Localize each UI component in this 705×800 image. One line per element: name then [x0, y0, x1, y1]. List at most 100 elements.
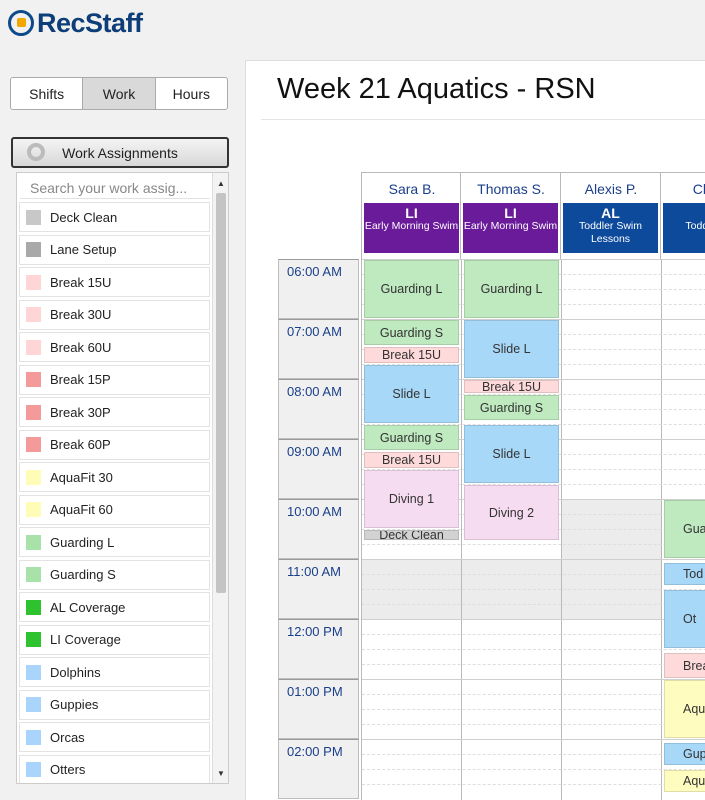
- time-label: 06:00 AM: [287, 264, 342, 279]
- assignment-block[interactable]: Guarding L: [464, 260, 559, 318]
- work-assignment-item[interactable]: Break 60U: [19, 332, 210, 362]
- work-assignments-button[interactable]: Work Assignments: [11, 137, 229, 168]
- scroll-thumb[interactable]: [216, 193, 226, 593]
- assignment-block[interactable]: Brea: [664, 653, 705, 678]
- view-tabs: Shifts Work Hours: [10, 77, 228, 110]
- assignment-block[interactable]: Aqua: [664, 680, 705, 738]
- work-assignment-item[interactable]: Otters: [19, 754, 210, 783]
- assignment-block[interactable]: Tod: [664, 563, 705, 585]
- time-label: 12:00 PM: [287, 624, 343, 639]
- assignment-block[interactable]: Guarding L: [364, 260, 459, 318]
- grid-line: [362, 559, 705, 560]
- color-swatch: [26, 404, 41, 420]
- tab-hours[interactable]: Hours: [156, 78, 227, 109]
- tab-work[interactable]: Work: [83, 78, 156, 109]
- work-assignment-label: Otters: [50, 762, 86, 777]
- work-assignment-item[interactable]: Guppies: [19, 689, 210, 720]
- work-assignment-label: Break 30P: [50, 404, 111, 420]
- role-description: Early Morning Swim: [364, 220, 459, 232]
- work-assignment-label: Orcas: [50, 729, 85, 745]
- work-assignment-item[interactable]: Break 15U: [19, 267, 210, 297]
- assignment-block[interactable]: Diving 2: [464, 485, 559, 540]
- time-label: 10:00 AM: [287, 504, 342, 519]
- work-assignment-item[interactable]: Break 60P: [19, 429, 210, 460]
- assignment-block[interactable]: Gup: [664, 743, 705, 765]
- grid-line: [362, 604, 705, 605]
- assignment-block[interactable]: Guarding S: [464, 395, 559, 420]
- time-label: 09:00 AM: [287, 444, 342, 459]
- staff-column-header[interactable]: Christ SToddl Less: [661, 172, 705, 260]
- role-code: S: [663, 206, 705, 220]
- search-input[interactable]: [20, 177, 210, 199]
- scroll-down-icon[interactable]: ▼: [213, 765, 228, 781]
- assignment-block[interactable]: Ot: [664, 590, 705, 648]
- work-assignment-item[interactable]: Orcas: [19, 722, 210, 752]
- role-badge: SToddl Less: [663, 203, 705, 253]
- work-assignment-item[interactable]: Lane Setup: [19, 234, 210, 265]
- time-slot: 11:00 AM: [278, 559, 359, 619]
- grid-line: [362, 664, 705, 665]
- time-slot: 02:00 PM: [278, 739, 359, 799]
- time-label: 07:00 AM: [287, 324, 342, 339]
- grid-line: [362, 634, 705, 635]
- color-swatch: [26, 372, 41, 387]
- work-assignment-label: Break 60P: [50, 437, 111, 452]
- work-assignment-label: Break 15P: [50, 372, 111, 387]
- staff-column-header[interactable]: Alexis P. AL Toddler Swim Lessons: [561, 172, 661, 260]
- color-swatch: [26, 502, 41, 517]
- role-badge: LI Early Morning Swim: [364, 203, 459, 253]
- brand-name: RecStaff: [37, 7, 143, 38]
- recstaff-logo[interactable]: RecStaff: [8, 6, 143, 40]
- role-code: AL: [601, 205, 620, 221]
- work-assignment-item[interactable]: Dolphins: [19, 657, 210, 687]
- color-swatch: [26, 567, 41, 582]
- work-assignment-item[interactable]: Guarding S: [19, 559, 210, 590]
- work-assignment-item[interactable]: AL Coverage: [19, 592, 210, 622]
- work-assignment-item[interactable]: AquaFit 60: [19, 494, 210, 525]
- color-swatch: [26, 469, 41, 485]
- grid-line: [362, 769, 705, 770]
- assignment-block[interactable]: Break 15U: [364, 347, 459, 363]
- work-assignment-item[interactable]: LI Coverage: [19, 624, 210, 655]
- work-assignment-label: Break 60U: [50, 339, 112, 355]
- assignment-block[interactable]: Aqua: [664, 770, 705, 792]
- scroll-up-icon[interactable]: ▲: [213, 175, 228, 191]
- assignment-block[interactable]: Deck Clean: [364, 530, 459, 540]
- color-swatch: [26, 632, 41, 647]
- role-code: LI: [405, 205, 418, 221]
- time-slot: 08:00 AM: [278, 379, 359, 439]
- work-assignment-label: AL Coverage: [50, 599, 126, 615]
- work-assignment-label: AquaFit 60: [50, 502, 113, 517]
- role-badge: AL Toddler Swim Lessons: [563, 203, 658, 253]
- list-scrollbar[interactable]: ▲ ▼: [212, 173, 228, 783]
- staff-column-header[interactable]: Sara B. LI Early Morning Swim: [361, 172, 461, 260]
- tab-shifts[interactable]: Shifts: [11, 78, 84, 109]
- assignment-block[interactable]: Break 15U: [464, 380, 559, 393]
- assignment-block[interactable]: Diving 1: [364, 470, 459, 528]
- staff-name: Alexis P.: [584, 181, 638, 197]
- assignment-block[interactable]: Slide L: [364, 365, 459, 423]
- assignment-block[interactable]: Slide L: [464, 320, 559, 378]
- assignment-block[interactable]: Slide L: [464, 425, 559, 483]
- assignment-block[interactable]: Guar: [664, 500, 705, 558]
- assignment-block[interactable]: Guarding S: [364, 425, 459, 450]
- assignment-block[interactable]: Guarding S: [364, 320, 459, 345]
- work-assignment-item[interactable]: Break 30U: [19, 299, 210, 330]
- role-description: Toddler Swim Lessons: [578, 220, 643, 245]
- color-swatch: [26, 534, 41, 550]
- work-assignments-panel: Deck Clean Lane Setup Break 15U Break 30U Br…: [16, 172, 229, 784]
- work-assignment-item[interactable]: Guarding L: [19, 527, 210, 557]
- work-assignment-item[interactable]: Break 30P: [19, 397, 210, 427]
- work-assignment-item[interactable]: Deck Clean: [19, 202, 210, 232]
- color-swatch: [26, 437, 41, 452]
- time-slot: 12:00 PM: [278, 619, 359, 679]
- work-assignment-label: AquaFit 30: [50, 469, 113, 485]
- color-swatch: [26, 697, 41, 712]
- work-assignment-item[interactable]: Break 15P: [19, 364, 210, 395]
- assignment-block[interactable]: Break 15U: [364, 452, 459, 468]
- role-badge: LI Early Morning Swim: [463, 203, 558, 253]
- work-assignment-item[interactable]: AquaFit 30: [19, 462, 210, 492]
- schedule-grid: Guarding L Guarding S Break 15U Slide L Guar…: [361, 259, 705, 800]
- staff-name: Christ: [692, 181, 705, 197]
- staff-column-header[interactable]: Thomas S. LI Early Morning Swim: [461, 172, 561, 260]
